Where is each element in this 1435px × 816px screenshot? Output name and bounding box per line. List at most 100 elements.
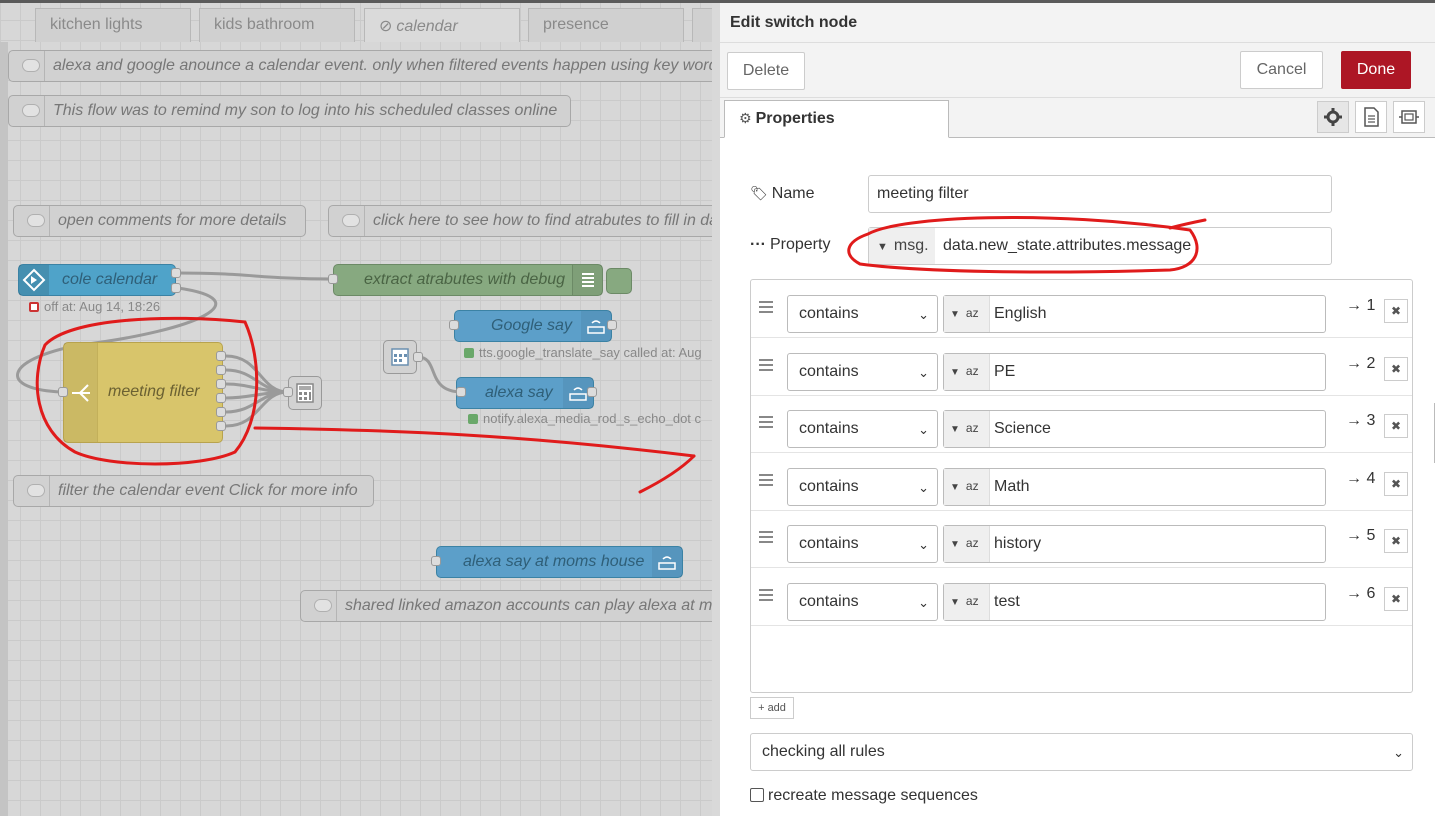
meeting-filter-switch-node[interactable]: meeting filter <box>63 342 223 443</box>
remove-rule-button[interactable]: ✖ <box>1384 471 1408 496</box>
cancel-button[interactable]: Cancel <box>1240 51 1323 89</box>
output-port[interactable] <box>587 387 597 397</box>
extract-attributes-node[interactable]: extract atrabutes with debug <box>333 264 603 296</box>
drag-handle-icon[interactable] <box>759 473 773 488</box>
appearance-tab-button[interactable] <box>1393 101 1425 133</box>
string-type-icon[interactable]: ▼ az <box>944 583 990 620</box>
output-port[interactable] <box>216 421 226 431</box>
rule-operator-select[interactable]: contains ⌄ <box>787 352 938 391</box>
chevron-down-icon: ⌄ <box>918 364 929 380</box>
checking-mode-value: checking all rules <box>762 743 885 760</box>
rule-row: contains ⌄ ▼ az test → 6 ✖ <box>751 569 1412 626</box>
checkbox-label: recreate message sequences <box>768 787 978 804</box>
input-port[interactable] <box>283 387 293 397</box>
caret-down-icon: ▼ <box>950 596 960 608</box>
output-port[interactable] <box>216 407 226 417</box>
chevron-down-icon: ⌄ <box>918 537 929 552</box>
rule-value: Math <box>994 477 1030 495</box>
rule-output-label: → 2 <box>1346 354 1376 372</box>
remove-rule-button[interactable]: ✖ <box>1384 299 1408 323</box>
rule-value-input[interactable]: ▼ az test <box>943 582 1326 621</box>
alexa-moms-house-node[interactable]: alexa say at moms house <box>436 546 683 578</box>
type-selector-button[interactable]: ▼ msg. <box>869 228 935 264</box>
operator-value: contains <box>799 362 859 380</box>
property-input[interactable]: ▼ msg. data.new_state.attributes.message <box>868 227 1332 265</box>
remove-rule-button[interactable]: ✖ <box>1384 586 1408 611</box>
rule-value-input[interactable]: ▼ az PE <box>943 352 1326 391</box>
string-type-icon[interactable]: ▼ az <box>944 411 990 447</box>
output-port[interactable] <box>171 268 181 278</box>
drag-handle-icon[interactable] <box>759 588 773 603</box>
rule-operator-select[interactable]: contains ⌄ <box>787 467 938 506</box>
rule-operator-select[interactable]: contains ⌄ <box>787 410 938 448</box>
tab-label: Properties <box>755 110 835 127</box>
rule-value-input[interactable]: ▼ az English <box>943 295 1326 333</box>
rule-operator-select[interactable]: contains ⌄ <box>787 582 938 621</box>
inject-node[interactable] <box>383 340 417 374</box>
close-icon: ✖ <box>1390 534 1402 548</box>
node-appearance-icon <box>1399 110 1419 124</box>
rule-value-input[interactable]: ▼ az history <box>943 525 1326 563</box>
checking-mode-select[interactable]: checking all rules ⌄ <box>750 733 1413 771</box>
input-port[interactable] <box>456 387 466 397</box>
output-port[interactable] <box>216 351 226 361</box>
tab-properties[interactable]: ⚙ Properties <box>724 100 949 138</box>
recreate-checkbox[interactable] <box>750 788 764 802</box>
flow-workspace[interactable]: kitchen lights kids bathroom ⊘ calendar p… <box>0 0 712 816</box>
remove-rule-button[interactable]: ✖ <box>1384 356 1408 381</box>
operator-value: contains <box>799 592 859 610</box>
caret-down-icon: ▼ <box>950 424 960 435</box>
output-port[interactable] <box>216 365 226 375</box>
output-port[interactable] <box>607 320 617 330</box>
recreate-sequences-option[interactable]: recreate message sequences <box>750 787 978 805</box>
input-port[interactable] <box>328 274 338 284</box>
done-button[interactable]: Done <box>1341 51 1411 89</box>
remove-rule-button[interactable]: ✖ <box>1384 414 1408 438</box>
function-node[interactable] <box>288 376 322 410</box>
rule-operator-select[interactable]: contains ⌄ <box>787 295 938 333</box>
description-tab-button[interactable] <box>1355 101 1387 133</box>
type-glyph: az <box>965 536 979 550</box>
name-input[interactable]: meeting filter <box>868 175 1332 213</box>
string-type-icon[interactable]: ▼ az <box>944 353 990 390</box>
output-port[interactable] <box>171 283 181 293</box>
rule-value: Science <box>994 420 1051 437</box>
delete-button[interactable]: Delete <box>727 52 805 90</box>
input-port[interactable] <box>431 556 441 566</box>
caret-down-icon: ▼ <box>950 539 960 550</box>
node-properties-tab-button[interactable] <box>1317 101 1349 133</box>
drag-handle-icon[interactable] <box>759 416 773 430</box>
drag-handle-icon[interactable] <box>759 531 773 545</box>
edit-tray: Edit switch node Delete Cancel Done ⚙ Pro… <box>712 3 1435 816</box>
output-port[interactable] <box>216 379 226 389</box>
close-icon: ✖ <box>1390 476 1402 491</box>
tag-icon: 🏷 <box>750 185 768 201</box>
output-port[interactable] <box>413 352 423 362</box>
remove-rule-button[interactable]: ✖ <box>1384 529 1408 553</box>
top-bar <box>0 0 1435 3</box>
google-say-node[interactable]: Google say <box>454 310 612 342</box>
rule-value-input[interactable]: ▼ az Science <box>943 410 1326 448</box>
input-port[interactable] <box>58 387 68 397</box>
file-text-icon <box>1364 107 1379 127</box>
drag-handle-icon[interactable] <box>759 301 773 315</box>
rule-operator-select[interactable]: contains ⌄ <box>787 525 938 563</box>
node-label: extract atrabutes with debug <box>364 271 566 288</box>
drag-handle-icon[interactable] <box>759 358 773 373</box>
rule-output-label: → 6 <box>1346 584 1376 602</box>
string-type-icon[interactable]: ▼ az <box>944 526 990 562</box>
rule-output-label: → 3 <box>1346 412 1376 429</box>
rule-value: PE <box>994 362 1016 380</box>
input-port[interactable] <box>449 320 459 330</box>
rule-output-label: → 1 <box>1346 297 1376 314</box>
string-type-icon[interactable]: ▼ az <box>944 296 990 332</box>
rule-value-input[interactable]: ▼ az Math <box>943 467 1326 506</box>
rule-output-label: → 5 <box>1346 527 1376 544</box>
alexa-say-node[interactable]: alexa say <box>456 377 594 409</box>
string-type-icon[interactable]: ▼ az <box>944 468 990 505</box>
cole-calendar-node[interactable]: cole calendar <box>18 264 176 296</box>
debug-toggle-button[interactable] <box>606 268 632 294</box>
add-rule-button[interactable]: + add <box>750 697 794 719</box>
output-port[interactable] <box>216 393 226 403</box>
calculator-icon <box>296 383 314 403</box>
